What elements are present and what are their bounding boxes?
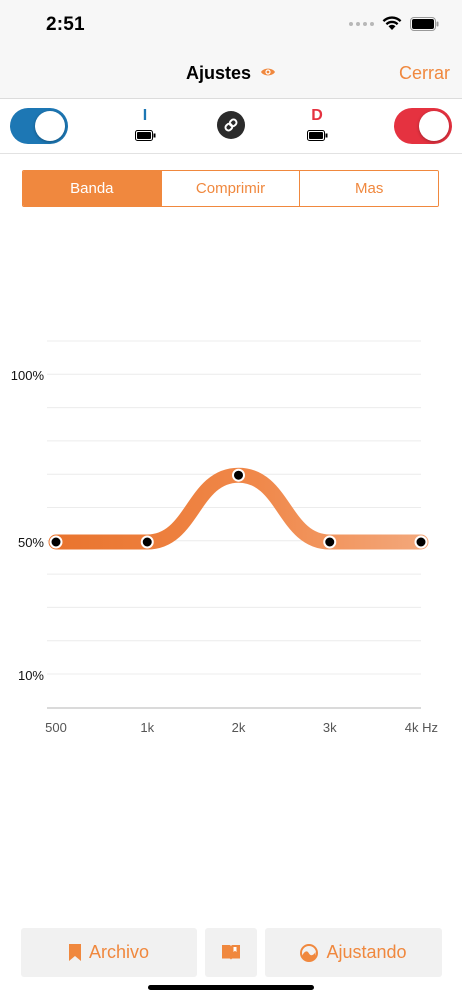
right-ear-toggle[interactable]: [394, 108, 452, 144]
tab-banda[interactable]: Banda: [23, 171, 162, 206]
eq-control-point[interactable]: [232, 468, 245, 482]
archivo-label: Archivo: [88, 942, 150, 962]
cellular-signal-icon: [349, 21, 374, 26]
mode-tabs: Banda Comprimir Mas: [22, 170, 439, 207]
home-indicator: [148, 985, 314, 990]
status-icons: [349, 16, 440, 31]
bookmark-icon: [68, 944, 81, 961]
x-tick-label: 3k: [323, 720, 337, 735]
tab-comprimir[interactable]: Comprimir: [161, 171, 301, 206]
tab-mas[interactable]: Mas: [300, 171, 438, 206]
eq-control-point[interactable]: [140, 535, 154, 549]
eq-control-point[interactable]: [49, 535, 63, 549]
close-button[interactable]: Cerrar: [399, 63, 450, 84]
book-icon: [222, 945, 240, 960]
right-ear-label: D: [311, 107, 323, 124]
x-tick-label: 2k: [232, 720, 246, 735]
y-tick-label: 100%: [11, 368, 45, 383]
navigation-bar: Ajustes Cerrar: [0, 48, 462, 99]
battery-status-icon: [410, 16, 439, 31]
left-ear-label: I: [142, 107, 148, 124]
link-ears-button[interactable]: [217, 111, 245, 139]
link-icon: [224, 118, 238, 132]
wifi-icon: [382, 16, 402, 30]
guide-button[interactable]: [205, 928, 257, 977]
status-bar: 2:51: [0, 0, 462, 48]
ajustando-label: Ajustando: [326, 942, 407, 962]
eye-icon[interactable]: [260, 66, 276, 78]
right-ear-indicator: D: [305, 107, 329, 141]
y-tick-label: 10%: [18, 668, 44, 683]
equalizer-chart[interactable]: 100% 50% 10% 500 1k 2k 3k 4k Hz: [0, 300, 462, 750]
eq-control-point[interactable]: [414, 535, 428, 549]
y-tick-label: 50%: [18, 535, 44, 550]
status-time: 2:51: [46, 14, 85, 35]
archivo-button[interactable]: Archivo: [21, 928, 197, 977]
right-battery-icon: [306, 130, 327, 141]
bottom-toolbar: Archivo Ajustando: [0, 928, 462, 978]
page-title-text: Ajustes: [185, 63, 251, 83]
x-tick-label: 1k: [140, 720, 154, 735]
left-ear-indicator: I: [133, 107, 157, 141]
x-tick-label: 4k Hz: [405, 720, 438, 735]
eq-curve: [48, 467, 429, 550]
fitting-icon: [300, 943, 319, 962]
left-ear-toggle[interactable]: [10, 108, 68, 144]
x-tick-label: 500: [45, 720, 67, 735]
page-title: Ajustes: [0, 63, 462, 84]
eq-control-point[interactable]: [323, 535, 337, 549]
ajustando-button[interactable]: Ajustando: [265, 928, 442, 977]
left-battery-icon: [134, 130, 155, 141]
